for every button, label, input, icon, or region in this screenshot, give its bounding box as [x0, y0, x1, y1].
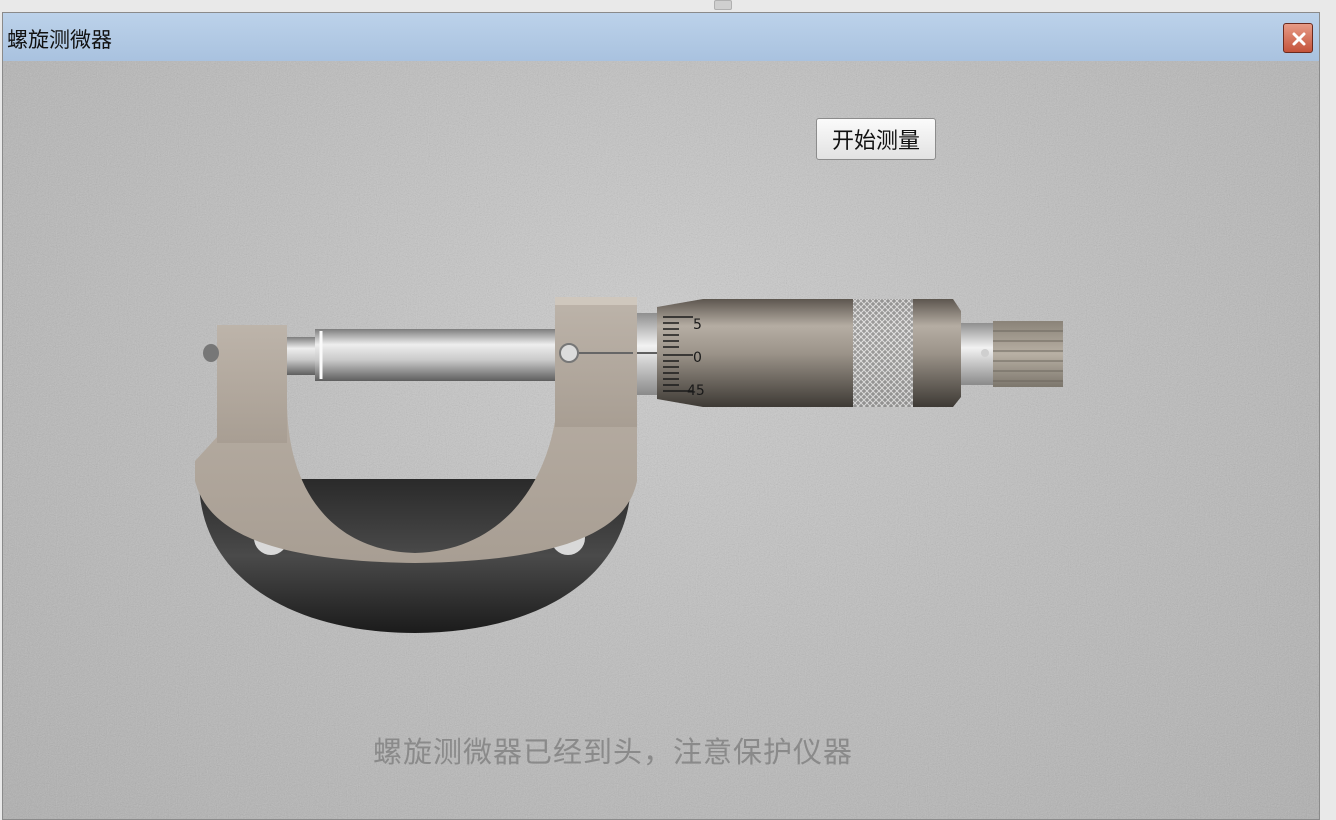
scroll-handle — [714, 0, 732, 10]
window-title: 螺旋测微器 — [7, 28, 112, 52]
micrometer-ratchet — [961, 321, 1063, 387]
canvas-area: 5 0 45 开始测量 螺旋测微器已经到头，注意保护仪器 — [3, 61, 1319, 819]
close-button[interactable] — [1283, 23, 1313, 53]
micrometer-illustration: 5 0 45 — [195, 297, 1063, 633]
micrometer-thimble: 5 0 45 — [657, 299, 961, 407]
app-window: 螺旋测微器 5 0 45 开始测量 螺旋测微器已经到头，注意保护仪器 — [2, 12, 1320, 820]
status-message: 螺旋测微器已经到头，注意保护仪器 — [373, 735, 854, 769]
close-icon — [1292, 32, 1306, 46]
start-measure-button[interactable]: 开始测量 — [816, 118, 936, 160]
thimble-label-0: 0 — [693, 350, 702, 366]
title-bar: 螺旋测微器 — [3, 13, 1319, 62]
thimble-label-45: 45 — [687, 383, 705, 399]
thimble-label-5: 5 — [693, 317, 702, 333]
